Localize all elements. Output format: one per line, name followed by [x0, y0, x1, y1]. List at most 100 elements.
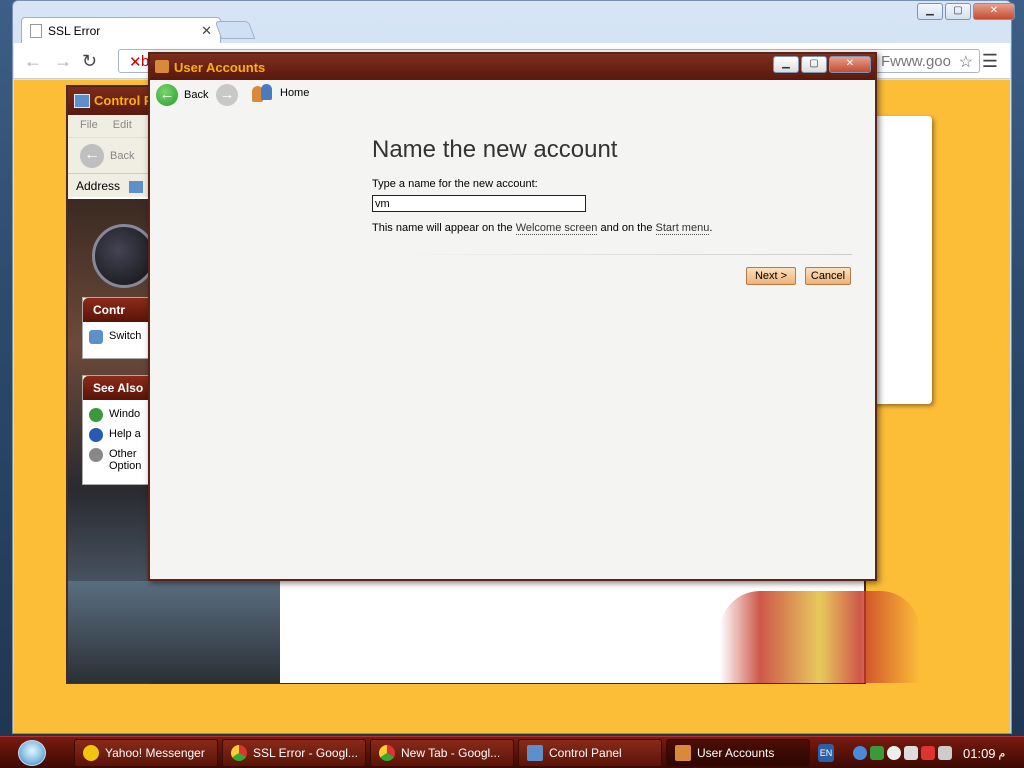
- bookmark-star-icon[interactable]: ☆: [959, 52, 973, 72]
- language-indicator[interactable]: EN: [818, 744, 834, 762]
- ssl-error-icon: ✕: [129, 54, 142, 71]
- close-button[interactable]: ✕: [973, 3, 1015, 20]
- new-tab-button[interactable]: [214, 21, 256, 39]
- see-also-item-label: Other Option: [109, 448, 141, 472]
- wallpaper-robot-image: [68, 581, 280, 683]
- taskbar-item-label: New Tab - Googl...: [401, 746, 501, 760]
- calendar-icon[interactable]: [938, 746, 952, 760]
- chrome-icon: [231, 745, 247, 761]
- control-panel-logo: [92, 224, 156, 288]
- forward-arrow-icon[interactable]: →: [54, 51, 72, 72]
- menu-icon[interactable]: ☰: [982, 51, 998, 72]
- divider: [390, 254, 852, 255]
- ironman-figure: [720, 591, 920, 683]
- account-name-prompt: Type a name for the new account:: [372, 178, 538, 190]
- nav-home-button[interactable]: Home: [252, 84, 309, 102]
- address-label: Address: [76, 179, 121, 193]
- tab-ssl-error[interactable]: SSL Error ✕: [21, 17, 221, 43]
- see-also-item-label: Windo: [109, 408, 141, 420]
- taskbar: Yahoo! Messenger SSL Error - Googl... Ne…: [0, 736, 1024, 768]
- other-label: Other: [109, 448, 137, 460]
- maximize-button[interactable]: ▢: [945, 3, 971, 20]
- taskbar-item-label: Control Panel: [549, 746, 622, 760]
- nav-back-label: Back: [184, 89, 209, 101]
- address-text-right: Fwww.goo: [880, 53, 951, 70]
- account-name-note: This name will appear on the Welcome scr…: [372, 222, 713, 235]
- help-icon: [89, 428, 103, 442]
- note-text: .: [709, 222, 713, 234]
- page-title: Name the new account: [372, 136, 618, 163]
- page-icon: [30, 23, 42, 38]
- back-arrow-icon: ←: [80, 144, 104, 168]
- control-panel-icon: [74, 94, 90, 108]
- update-icon[interactable]: [887, 746, 901, 760]
- switch-item[interactable]: Switch: [83, 322, 153, 347]
- speaker-icon[interactable]: [904, 746, 918, 760]
- taskbar-item-yahoo-messenger[interactable]: Yahoo! Messenger: [74, 739, 218, 767]
- user-accounts-titlebar[interactable]: User Accounts ▁ ▢ ✕: [150, 54, 875, 80]
- taskbar-item-label: SSL Error - Googl...: [253, 746, 358, 760]
- start-menu-link[interactable]: Start menu: [655, 222, 710, 235]
- user-accounts-icon: [675, 745, 691, 761]
- cancel-button[interactable]: Cancel: [805, 267, 851, 285]
- clock[interactable]: 01:09: [963, 746, 996, 761]
- user-accounts-window: User Accounts ▁ ▢ ✕ ← Back → Home Name t…: [148, 52, 877, 581]
- start-button[interactable]: [18, 740, 46, 766]
- clock-suffix: م: [998, 747, 1006, 760]
- control-panel-tasks-box: Contr Switch: [82, 297, 154, 359]
- account-name-input[interactable]: [372, 195, 586, 212]
- control-panel-icon: [527, 745, 543, 761]
- note-text: This name will appear on the: [372, 222, 516, 234]
- back-arrow-icon: ←: [156, 84, 178, 106]
- close-tab-icon[interactable]: ✕: [201, 23, 212, 39]
- tab-title: SSL Error: [48, 23, 101, 38]
- taskbar-item-ssl-error[interactable]: SSL Error - Googl...: [222, 739, 366, 767]
- see-also-box: See Also Windo Help a Other Option: [82, 375, 154, 485]
- user-accounts-window-controls: ▁ ▢ ✕: [773, 56, 871, 73]
- user-accounts-icon: [155, 60, 169, 73]
- chrome-icon: [379, 745, 395, 761]
- minimize-button[interactable]: ▁: [773, 56, 799, 73]
- option-label: Option: [109, 460, 142, 472]
- back-arrow-icon[interactable]: ←: [24, 51, 42, 72]
- see-also-item-label: Help a: [109, 428, 141, 440]
- taskbar-item-new-tab[interactable]: New Tab - Googl...: [370, 739, 514, 767]
- control-panel-title: Control P: [94, 93, 153, 108]
- system-tray: EN 01:09 م: [818, 739, 1024, 767]
- nav-forward-button[interactable]: →: [216, 84, 238, 106]
- nav-home-label: Home: [280, 87, 310, 99]
- control-panel-back-button[interactable]: ← Back: [80, 144, 134, 168]
- reload-icon[interactable]: ↻: [82, 51, 97, 72]
- user-accounts-nav: ← Back → Home: [150, 80, 875, 110]
- windows-icon: [89, 408, 103, 422]
- antivirus-icon[interactable]: [870, 746, 884, 760]
- taskbar-item-user-accounts[interactable]: User Accounts: [666, 739, 810, 767]
- switch-icon: [89, 330, 103, 344]
- network-icon[interactable]: [853, 746, 867, 760]
- see-also-item-windows[interactable]: Windo: [83, 400, 153, 425]
- taskbar-item-control-panel[interactable]: Control Panel: [518, 739, 662, 767]
- taskbar-item-label: Yahoo! Messenger: [105, 746, 205, 760]
- see-also-item-help[interactable]: Help a: [83, 425, 153, 445]
- see-also-item-other-options[interactable]: Other Option: [83, 445, 153, 475]
- menu-edit[interactable]: Edit: [113, 119, 132, 131]
- switch-item-label: Switch: [109, 330, 142, 342]
- next-button[interactable]: Next >: [746, 267, 796, 285]
- gear-icon: [89, 448, 103, 462]
- alert-icon[interactable]: [921, 746, 935, 760]
- forward-arrow-icon: →: [216, 84, 238, 106]
- menu-file[interactable]: File: [80, 119, 98, 131]
- users-icon: [252, 84, 274, 102]
- minimize-button[interactable]: ▁: [917, 3, 943, 20]
- note-text: and on the: [597, 222, 656, 234]
- see-also-header: See Also: [83, 376, 153, 400]
- chrome-window-controls: ▁ ▢ ✕: [917, 3, 1015, 20]
- tasks-box-header: Contr: [83, 298, 153, 322]
- taskbar-item-label: User Accounts: [697, 746, 775, 760]
- close-button[interactable]: ✕: [829, 56, 871, 73]
- address-folder-icon: [129, 180, 144, 193]
- maximize-button[interactable]: ▢: [801, 56, 827, 73]
- wallpaper-ironman-image: [280, 581, 920, 683]
- welcome-screen-link[interactable]: Welcome screen: [515, 222, 598, 235]
- nav-back-button[interactable]: ← Back: [156, 84, 208, 106]
